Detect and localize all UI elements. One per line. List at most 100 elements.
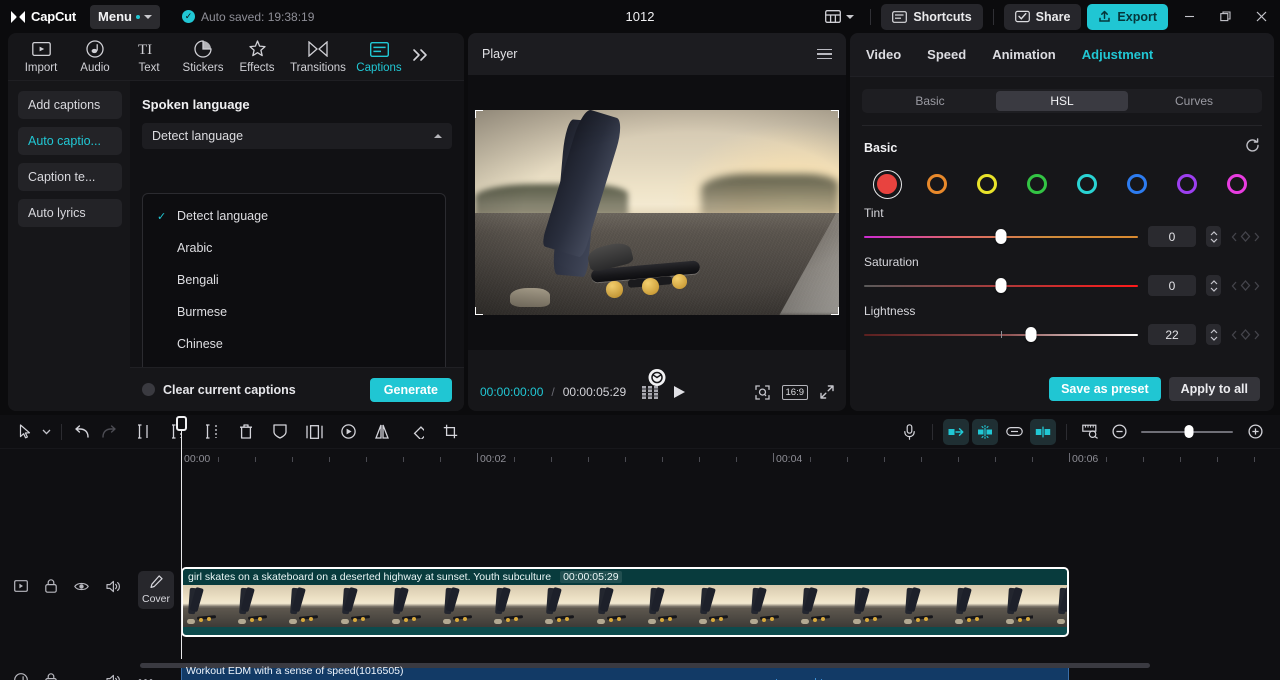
language-option-chinese[interactable]: Chinese: [143, 328, 445, 360]
swatch-magenta[interactable]: [1212, 170, 1262, 198]
maximize-button[interactable]: [1210, 2, 1240, 32]
tab-speed[interactable]: Speed: [927, 47, 966, 62]
zoom-out-icon[interactable]: [1106, 419, 1132, 445]
swatch-cyan[interactable]: [1062, 170, 1112, 198]
tint-value-field[interactable]: 0: [1148, 226, 1196, 247]
swatch-yellow[interactable]: [962, 170, 1012, 198]
zoom-slider-knob[interactable]: [1184, 425, 1194, 438]
tab-text[interactable]: TI Text: [122, 40, 176, 74]
playhead-handle[interactable]: [176, 416, 187, 431]
tint-slider[interactable]: [864, 229, 1138, 244]
swatch-purple[interactable]: [1162, 170, 1212, 198]
play-button[interactable]: [673, 385, 686, 399]
fullscreen-icon[interactable]: [820, 385, 834, 399]
frames-icon[interactable]: [642, 385, 660, 399]
menu-button[interactable]: Menu: [90, 4, 160, 29]
export-button[interactable]: Export: [1087, 3, 1168, 30]
tab-audio[interactable]: Audio: [68, 40, 122, 74]
redo-icon[interactable]: [95, 419, 121, 445]
language-option-arabic[interactable]: Arabic: [143, 232, 445, 264]
tool-dropdown-caret-icon[interactable]: [38, 419, 54, 445]
segment-hsl[interactable]: HSL: [996, 91, 1128, 111]
rotate-icon[interactable]: [403, 419, 429, 445]
mask-icon[interactable]: [267, 419, 293, 445]
saturation-value-field[interactable]: 0: [1148, 275, 1196, 296]
freeze-frame-icon[interactable]: [301, 419, 327, 445]
undo-icon[interactable]: [69, 419, 95, 445]
link-icon[interactable]: [1001, 419, 1027, 445]
transform-handle-bottom-left[interactable]: [475, 307, 483, 315]
mute-icon[interactable]: [106, 674, 121, 680]
clear-captions-checkbox[interactable]: [142, 383, 155, 396]
trim-right-icon[interactable]: [199, 419, 225, 445]
microphone-icon[interactable]: [896, 419, 922, 445]
tab-effects[interactable]: Effects: [230, 40, 284, 74]
language-option-detect[interactable]: ✓ Detect language: [143, 200, 445, 232]
transform-handle-top-left[interactable]: [475, 110, 483, 118]
saturation-slider-knob[interactable]: [995, 278, 1007, 293]
segment-basic[interactable]: Basic: [864, 91, 996, 111]
swatch-red[interactable]: [862, 169, 912, 199]
transform-handle-bottom-right[interactable]: [831, 307, 839, 315]
lightness-keyframe-controls[interactable]: [1231, 329, 1260, 340]
segment-curves[interactable]: Curves: [1128, 91, 1260, 111]
lightness-slider[interactable]: [864, 327, 1138, 342]
tab-adjustment[interactable]: Adjustment: [1082, 47, 1154, 62]
transform-handle-top-right[interactable]: [831, 110, 839, 118]
video-preview-frame[interactable]: [475, 110, 839, 315]
tint-slider-knob[interactable]: [995, 229, 1007, 244]
sidebar-item-auto-lyrics[interactable]: Auto lyrics: [18, 199, 122, 227]
lock-icon[interactable]: [45, 673, 57, 680]
layout-switch-button[interactable]: [819, 6, 860, 27]
current-timecode[interactable]: 00:00:00:00: [480, 385, 543, 399]
tab-transitions[interactable]: Transitions: [284, 40, 352, 74]
mute-icon[interactable]: [106, 580, 121, 593]
audio-note-icon[interactable]: [14, 673, 28, 680]
language-option-bengali[interactable]: Bengali: [143, 264, 445, 296]
select-arrow-icon[interactable]: [12, 419, 38, 445]
speed-icon[interactable]: [335, 419, 361, 445]
tab-animation[interactable]: Animation: [992, 47, 1056, 62]
track-preview-icon[interactable]: [14, 580, 28, 592]
aspect-ratio-button[interactable]: 16:9: [781, 384, 808, 400]
close-button[interactable]: [1246, 2, 1276, 32]
tint-keyframe-controls[interactable]: [1231, 231, 1260, 242]
shortcuts-button[interactable]: Shortcuts: [881, 3, 983, 30]
minimize-button[interactable]: [1174, 2, 1204, 32]
tab-captions[interactable]: Captions: [352, 40, 406, 74]
sidebar-item-auto-captions[interactable]: Auto captio...: [18, 127, 122, 155]
more-tabs-button[interactable]: [412, 47, 429, 67]
lightness-stepper[interactable]: [1206, 324, 1221, 345]
generate-button[interactable]: Generate: [369, 377, 452, 402]
lightness-slider-knob[interactable]: [1025, 327, 1037, 342]
timeline-zoom-slider[interactable]: [1141, 425, 1233, 438]
saturation-slider[interactable]: [864, 278, 1138, 293]
tab-video[interactable]: Video: [866, 47, 901, 62]
tab-stickers[interactable]: Stickers: [176, 40, 230, 74]
sidebar-item-caption-templates[interactable]: Caption te...: [18, 163, 122, 191]
reset-icon[interactable]: [1245, 138, 1260, 158]
hamburger-icon[interactable]: [817, 48, 832, 60]
language-option-burmese[interactable]: Burmese: [143, 296, 445, 328]
swatch-blue[interactable]: [1112, 170, 1162, 198]
saturation-keyframe-controls[interactable]: [1231, 280, 1260, 291]
tint-stepper[interactable]: [1206, 226, 1221, 247]
lightness-value-field[interactable]: 22: [1148, 324, 1196, 345]
spoken-language-select[interactable]: Detect language: [142, 123, 452, 149]
apply-to-all-button[interactable]: Apply to all: [1168, 377, 1260, 401]
mirror-icon[interactable]: [369, 419, 395, 445]
share-button[interactable]: Share: [1003, 3, 1082, 30]
swatch-orange[interactable]: [912, 170, 962, 198]
saturation-stepper[interactable]: [1206, 275, 1221, 296]
swatch-green[interactable]: [1012, 170, 1062, 198]
sidebar-item-add-captions[interactable]: Add captions: [18, 91, 122, 119]
adsorb-icon[interactable]: [1030, 418, 1056, 445]
lock-icon[interactable]: [45, 579, 57, 593]
zoom-in-icon[interactable]: [1242, 419, 1268, 445]
auto-cut-icon[interactable]: [943, 418, 969, 445]
fit-to-screen-icon[interactable]: [754, 384, 770, 400]
eye-icon[interactable]: [74, 581, 89, 592]
cover-button[interactable]: Cover: [138, 571, 174, 609]
tab-import[interactable]: Import: [14, 40, 68, 74]
delete-icon[interactable]: [233, 419, 259, 445]
